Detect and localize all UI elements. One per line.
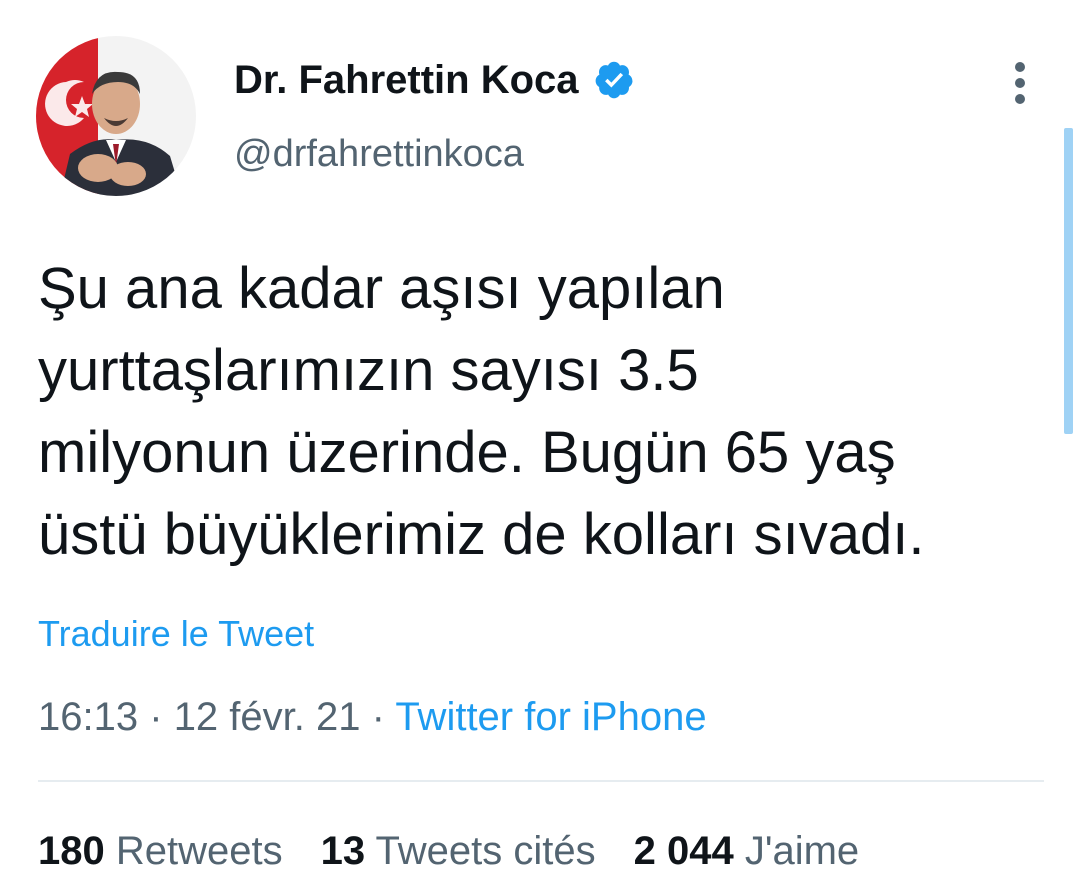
likes-count: 2 044 xyxy=(633,829,734,873)
tweet-metadata: 16:13 · 12 févr. 21 · Twitter for iPhone xyxy=(38,690,707,744)
tweet-stats: 180 Retweets 13 Tweets cités 2 044 J'aim… xyxy=(38,824,859,878)
tweet-text-line: milyonun üzerinde. Bugün 65 yaş xyxy=(38,420,896,485)
tweet-text-line: yurttaşlarımızın sayısı 3.5 xyxy=(38,338,699,403)
retweets-count: 180 xyxy=(38,829,105,873)
quote-tweets-label: Tweets cités xyxy=(375,829,596,873)
tweet-text-line: üstü büyüklerimiz de kolları sıvadı. xyxy=(38,502,925,567)
tweet-time[interactable]: 16:13 xyxy=(38,695,138,739)
retweets-label: Retweets xyxy=(115,829,283,873)
profile-photo xyxy=(36,36,196,196)
author-display-name-text: Dr. Fahrettin Koca xyxy=(234,58,579,102)
author-handle[interactable]: @drfahrettinkoca xyxy=(234,130,524,178)
quote-tweets-stat[interactable]: 13 Tweets cités xyxy=(321,824,596,878)
likes-label: J'aime xyxy=(744,829,860,873)
more-options-button[interactable] xyxy=(1002,58,1038,108)
scrollbar[interactable] xyxy=(1064,128,1073,434)
more-vertical-icon xyxy=(1015,62,1025,104)
author-display-name[interactable]: Dr. Fahrettin Koca xyxy=(234,54,635,106)
tweet-date[interactable]: 12 févr. 21 xyxy=(174,695,361,739)
translate-tweet-link[interactable]: Traduire le Tweet xyxy=(38,610,314,658)
tweet-text: Şu ana kadar aşısı yapılan yurttaşlarımı… xyxy=(38,248,1048,576)
meta-separator: · xyxy=(371,695,385,739)
verified-badge-icon xyxy=(593,59,635,101)
retweets-stat[interactable]: 180 Retweets xyxy=(38,824,283,878)
avatar[interactable] xyxy=(36,36,196,196)
quote-tweets-count: 13 xyxy=(320,829,366,873)
tweet-source-link[interactable]: Twitter for iPhone xyxy=(395,695,706,739)
tweet-text-line: Şu ana kadar aşısı yapılan xyxy=(38,256,725,321)
likes-stat[interactable]: 2 044 J'aime xyxy=(634,824,860,878)
divider xyxy=(38,780,1044,782)
meta-separator: · xyxy=(149,695,163,739)
